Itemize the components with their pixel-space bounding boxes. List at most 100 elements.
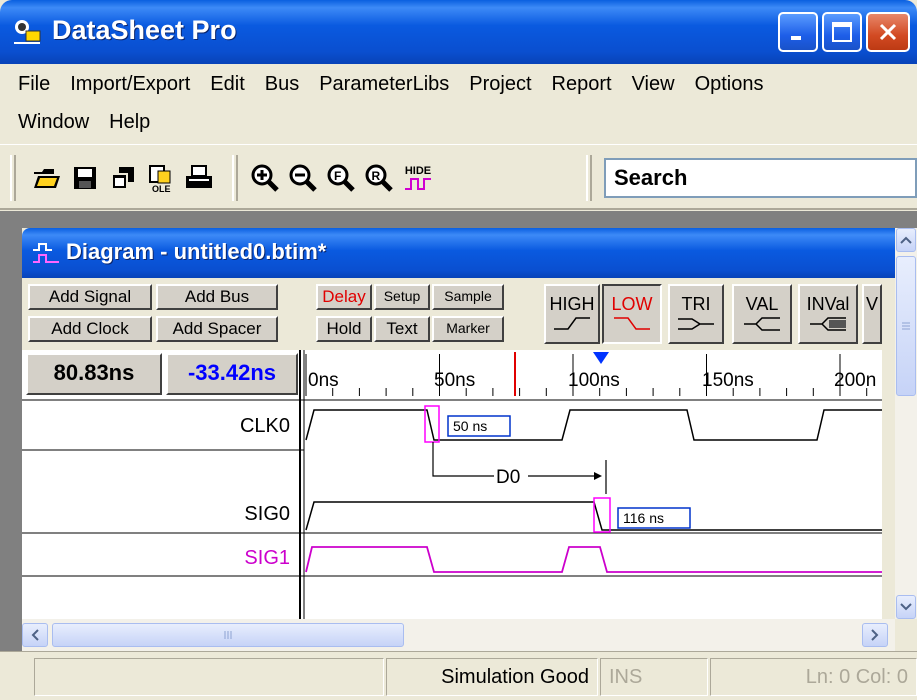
print-button[interactable]	[182, 161, 216, 195]
horizontal-scrollbar[interactable]	[22, 619, 895, 651]
menu-report[interactable]: Report	[542, 66, 622, 102]
chevron-down-icon	[900, 603, 912, 611]
zoom-reset-button[interactable]: R	[362, 161, 396, 195]
menu-view[interactable]: View	[622, 66, 685, 102]
toolbar-grip[interactable]	[10, 155, 16, 201]
status-message: Simulation Good	[386, 658, 598, 696]
menu-bar: File Import/Export Edit Bus ParameterLib…	[0, 64, 917, 144]
delay-name[interactable]: D0	[496, 467, 520, 488]
valid-icon	[744, 317, 780, 331]
save-disk-icon	[74, 167, 96, 189]
state-v-label: V	[865, 294, 878, 314]
zoom-in-button[interactable]	[248, 161, 282, 195]
status-position: Ln: 0 Col: 0	[710, 658, 917, 696]
tristate-icon	[678, 318, 714, 330]
rising-edge-icon	[554, 317, 590, 330]
svg-text:F: F	[334, 169, 341, 183]
menu-project[interactable]: Project	[459, 66, 541, 102]
menu-help[interactable]: Help	[99, 104, 160, 140]
delay-button[interactable]: Delay	[316, 284, 372, 310]
menu-import-export[interactable]: Import/Export	[60, 66, 200, 102]
waveform-clk0[interactable]	[305, 409, 882, 441]
setup-button[interactable]: Setup	[374, 284, 430, 310]
vertical-scroll-thumb[interactable]	[896, 256, 916, 396]
open-button[interactable]	[30, 161, 64, 195]
state-inval-label: INVal	[806, 294, 850, 314]
search-input[interactable]: Search	[604, 158, 917, 198]
delay-arrowhead	[594, 472, 602, 480]
menu-row-1: File Import/Export Edit Bus ParameterLib…	[8, 66, 774, 102]
hold-button[interactable]: Hold	[316, 316, 372, 342]
scroll-down-button[interactable]	[896, 595, 916, 619]
add-clock-button[interactable]: Add Clock	[28, 316, 152, 342]
paste-ole-icon: OLE	[149, 165, 171, 193]
delay-label-sig0: 116 ns	[623, 510, 664, 526]
signal-name-clk0[interactable]: CLK0	[240, 415, 290, 437]
hide-waveform-button[interactable]: HIDE	[398, 161, 438, 195]
state-inval-button[interactable]: INVal	[798, 284, 858, 344]
window-titlebar: DataSheet Pro	[0, 0, 917, 64]
menu-edit[interactable]: Edit	[200, 66, 254, 102]
scroll-up-button[interactable]	[896, 228, 916, 252]
copy-button[interactable]	[106, 161, 140, 195]
print-icon	[186, 165, 212, 188]
tick-label: 100ns	[568, 370, 620, 391]
vertical-scrollbar[interactable]	[895, 228, 917, 619]
menu-options[interactable]: Options	[685, 66, 774, 102]
app-icon	[14, 20, 41, 44]
zoom-fit-icon: F	[327, 164, 355, 192]
hide-label: HIDE	[404, 165, 432, 177]
state-val-button[interactable]: VAL	[732, 284, 792, 344]
state-tri-button[interactable]: TRI	[668, 284, 724, 344]
signal-name-sig1[interactable]: SIG1	[244, 547, 290, 569]
maximize-button[interactable]	[822, 12, 862, 52]
minimize-button[interactable]	[778, 12, 818, 52]
sample-button[interactable]: Sample	[432, 284, 504, 310]
toolbar-grip-2[interactable]	[232, 155, 238, 201]
svg-text:R: R	[372, 169, 381, 183]
paste-ole-button[interactable]: OLE	[144, 161, 178, 195]
tick-label: 0ns	[308, 370, 339, 391]
horizontal-scroll-thumb[interactable]	[52, 623, 404, 647]
tick-label: 150ns	[702, 370, 754, 391]
state-high-label: HIGH	[549, 294, 595, 314]
add-signal-button[interactable]: Add Signal	[28, 284, 152, 310]
zoom-reset-icon: R	[365, 164, 393, 192]
chevron-left-icon	[31, 629, 39, 641]
scroll-corner	[895, 619, 917, 651]
chevron-up-icon	[900, 236, 912, 244]
falling-edge-icon	[614, 317, 650, 330]
add-bus-button[interactable]: Add Bus	[156, 284, 278, 310]
edge-highlight-sig0[interactable]	[593, 497, 611, 533]
cursor-marker-blue[interactable]	[593, 352, 609, 364]
menu-window[interactable]: Window	[8, 104, 99, 140]
menu-file[interactable]: File	[8, 66, 60, 102]
zoom-out-icon	[289, 164, 317, 192]
diagram-icon	[33, 243, 59, 263]
maximize-icon	[832, 22, 852, 42]
diagram-titlebar: Diagram - untitled0.btim*	[22, 228, 917, 278]
zoom-out-button[interactable]	[286, 161, 320, 195]
scroll-right-button[interactable]	[862, 623, 888, 647]
save-button[interactable]	[68, 161, 102, 195]
chevron-right-icon	[871, 629, 879, 641]
svg-text:OLE: OLE	[152, 184, 171, 193]
menu-row-2: Window Help	[8, 104, 160, 140]
state-low-button[interactable]: LOW	[602, 284, 662, 344]
zoom-fit-button[interactable]: F	[324, 161, 358, 195]
marker-button[interactable]: Marker	[432, 316, 504, 342]
text-button[interactable]: Text	[374, 316, 430, 342]
menu-bus[interactable]: Bus	[255, 66, 309, 102]
cursor-time-display[interactable]: 80.83ns	[26, 353, 162, 395]
scroll-left-button[interactable]	[22, 623, 48, 647]
state-v-button[interactable]: V	[862, 284, 882, 344]
menu-parameterlibs[interactable]: ParameterLibs	[309, 66, 459, 102]
state-high-button[interactable]: HIGH	[544, 284, 600, 344]
signal-name-sig0[interactable]: SIG0	[244, 503, 290, 525]
close-button[interactable]	[866, 12, 910, 52]
diagram-title: Diagram - untitled0.btim*	[66, 239, 327, 264]
waveform-sig1[interactable]	[305, 546, 882, 573]
toolbar-grip-3[interactable]	[586, 155, 592, 201]
add-spacer-button[interactable]: Add Spacer	[156, 316, 278, 342]
delta-time-display[interactable]: -33.42ns	[166, 353, 298, 395]
